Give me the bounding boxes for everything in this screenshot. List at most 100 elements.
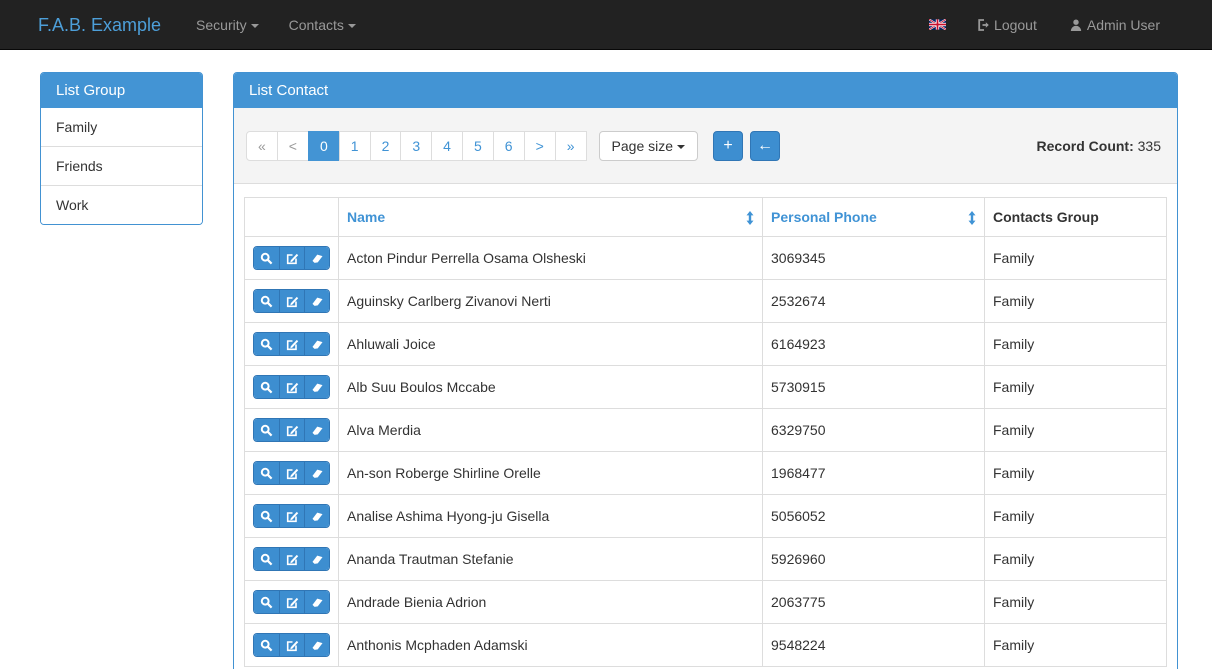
page-size-dropdown[interactable]: Page size (599, 131, 698, 161)
eraser-icon (311, 639, 324, 652)
table-row: Aguinsky Carlberg Zivanovi Nerti 2532674… (245, 280, 1167, 323)
table-row: Analise Ashima Hyong-ju Gisella 5056052 … (245, 495, 1167, 538)
edit-record-button[interactable] (279, 247, 304, 269)
name-column-header[interactable]: Name (339, 198, 763, 237)
eraser-icon (311, 596, 324, 609)
show-record-button[interactable] (254, 419, 279, 441)
user-menu[interactable]: Admin User (1057, 0, 1172, 50)
edit-record-button[interactable] (279, 505, 304, 527)
contacts-table-wrap: Name Personal Phone Contacts Group (234, 184, 1177, 669)
table-row: Alb Suu Boulos Mccabe 5730915 Family (245, 366, 1167, 409)
contact-name-cell: Anthonis Mcphaden Adamski (339, 624, 763, 667)
contact-phone-cell: 1968477 (763, 452, 985, 495)
language-flag-button[interactable] (919, 19, 956, 30)
pagination-link[interactable]: < (277, 131, 309, 161)
sidebar-group-item[interactable]: Friends (41, 146, 202, 185)
pagination-link[interactable]: > (524, 131, 556, 161)
edit-record-button[interactable] (279, 548, 304, 570)
contact-name-cell: Alva Merdia (339, 409, 763, 452)
search-icon (260, 467, 273, 480)
edit-icon (286, 510, 299, 523)
user-icon (1069, 18, 1083, 32)
edit-icon (286, 639, 299, 652)
row-actions-cell (245, 624, 339, 667)
top-navbar: F.A.B. Example Security Contacts Logout (0, 0, 1212, 50)
chevron-down-icon (677, 145, 685, 149)
show-record-button[interactable] (254, 247, 279, 269)
contact-name-cell: Alb Suu Boulos Mccabe (339, 366, 763, 409)
search-icon (260, 424, 273, 437)
contact-phone-cell: 9548224 (763, 624, 985, 667)
sort-arrows-icon (968, 211, 976, 225)
pagination-link[interactable]: 2 (370, 131, 402, 161)
delete-record-button[interactable] (304, 290, 329, 312)
menu-contacts[interactable]: Contacts (274, 0, 371, 50)
eraser-icon (311, 510, 324, 523)
delete-record-button[interactable] (304, 247, 329, 269)
edit-record-button[interactable] (279, 333, 304, 355)
row-actions-cell (245, 452, 339, 495)
show-record-button[interactable] (254, 333, 279, 355)
pagination-link[interactable]: 0 (308, 131, 340, 161)
contact-group-cell: Family (985, 366, 1167, 409)
edit-record-button[interactable] (279, 419, 304, 441)
pagination-link[interactable]: « (246, 131, 278, 161)
edit-record-button[interactable] (279, 376, 304, 398)
phone-column-header[interactable]: Personal Phone (763, 198, 985, 237)
search-icon (260, 596, 273, 609)
back-button[interactable]: ← (750, 131, 780, 161)
delete-record-button[interactable] (304, 505, 329, 527)
eraser-icon (311, 553, 324, 566)
contact-group-cell: Family (985, 495, 1167, 538)
edit-icon (286, 252, 299, 265)
show-record-button[interactable] (254, 376, 279, 398)
search-icon (260, 381, 273, 394)
show-record-button[interactable] (254, 462, 279, 484)
menu-security[interactable]: Security (181, 0, 274, 50)
show-record-button[interactable] (254, 290, 279, 312)
record-count-label: Record Count: (1037, 138, 1134, 154)
pagination-item: 5 (463, 131, 494, 161)
delete-record-button[interactable] (304, 634, 329, 656)
sidebar-group-item[interactable]: Work (41, 185, 202, 224)
delete-record-button[interactable] (304, 333, 329, 355)
edit-record-button[interactable] (279, 591, 304, 613)
logout-button[interactable]: Logout (964, 0, 1049, 50)
delete-record-button[interactable] (304, 419, 329, 441)
show-record-button[interactable] (254, 634, 279, 656)
delete-record-button[interactable] (304, 591, 329, 613)
pagination-link[interactable]: 5 (462, 131, 494, 161)
contacts-table: Name Personal Phone Contacts Group (244, 197, 1167, 667)
search-icon (260, 252, 273, 265)
edit-icon (286, 553, 299, 566)
contact-phone-cell: 5056052 (763, 495, 985, 538)
eraser-icon (311, 295, 324, 308)
show-record-button[interactable] (254, 548, 279, 570)
pagination-link[interactable]: 6 (493, 131, 525, 161)
eraser-icon (311, 467, 324, 480)
edit-record-button[interactable] (279, 290, 304, 312)
add-record-button[interactable]: + (713, 131, 743, 161)
edit-record-button[interactable] (279, 462, 304, 484)
chevron-down-icon (348, 24, 356, 28)
delete-record-button[interactable] (304, 376, 329, 398)
sign-out-icon (976, 18, 990, 32)
delete-record-button[interactable] (304, 548, 329, 570)
show-record-button[interactable] (254, 505, 279, 527)
edit-icon (286, 424, 299, 437)
delete-record-button[interactable] (304, 462, 329, 484)
pagination-link[interactable]: 3 (400, 131, 432, 161)
contact-group-cell: Family (985, 538, 1167, 581)
page-title: List Contact (234, 73, 1177, 108)
edit-record-button[interactable] (279, 634, 304, 656)
search-icon (260, 295, 273, 308)
edit-icon (286, 467, 299, 480)
pagination-link[interactable]: 1 (339, 131, 371, 161)
app-brand[interactable]: F.A.B. Example (38, 0, 161, 50)
actions-column-header (245, 198, 339, 237)
show-record-button[interactable] (254, 591, 279, 613)
sidebar-group-item[interactable]: Family (41, 108, 202, 146)
pagination-link[interactable]: 4 (431, 131, 463, 161)
pagination-link[interactable]: » (555, 131, 587, 161)
row-actions-cell (245, 323, 339, 366)
